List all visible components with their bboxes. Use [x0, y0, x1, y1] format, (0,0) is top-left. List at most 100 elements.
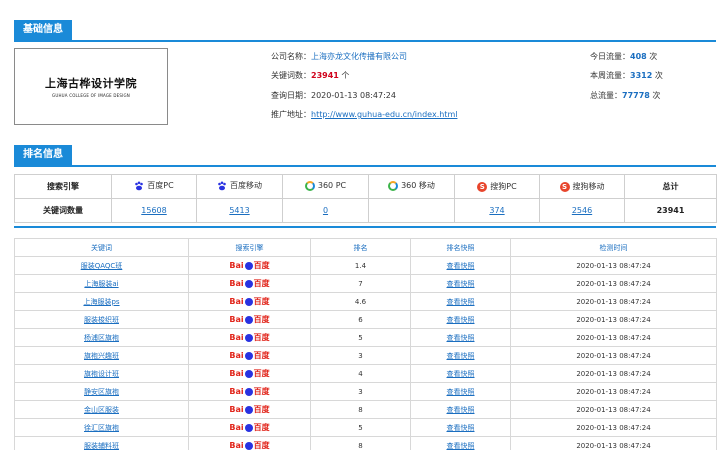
- query-date-value: 2020-01-13 08:47:24: [311, 91, 396, 100]
- table-row: 旗袍设计班 Bai 百度 4 查看快照 2020-01-13 08:47:24: [14, 364, 717, 383]
- keyword-link[interactable]: 徐汇区旗袍: [84, 424, 119, 432]
- snapshot-cell: 查看快照: [410, 292, 511, 311]
- rank-cell: 8: [310, 400, 411, 419]
- snapshot-cell: 查看快照: [410, 346, 511, 365]
- keyword-link[interactable]: 杨浦区旗袍: [84, 334, 119, 342]
- rank-cell: 1.4: [310, 256, 411, 275]
- engine-cell: Bai 百度: [188, 382, 311, 401]
- engine-label: 360 移动: [401, 181, 435, 191]
- table-row: 服装辅料班 Bai 百度 8 查看快照 2020-01-13 08:47:24: [14, 436, 717, 450]
- time-cell: 2020-01-13 08:47:24: [510, 382, 717, 401]
- total-traffic-row: 总流量：77778 次: [590, 90, 660, 102]
- engine-cell: Bai 百度: [188, 364, 311, 383]
- 360-icon: [304, 180, 315, 191]
- keyword-link[interactable]: 服装QAQC班: [81, 262, 123, 270]
- snapshot-link[interactable]: 查看快照: [447, 424, 475, 432]
- keyword-link[interactable]: 静安区旗袍: [84, 388, 119, 396]
- keyword-rank-table: 关键词 搜索引擎 排名 排名快照 检测时间 服装QAQC班 Bai 百度 1.4 查看快…: [14, 238, 717, 450]
- time-cell: 2020-01-13 08:47:24: [510, 418, 717, 437]
- snapshot-link[interactable]: 查看快照: [447, 298, 475, 306]
- week-traffic-label: 本周流量：: [590, 71, 630, 80]
- keyword-link[interactable]: 上海服装ps: [83, 298, 119, 306]
- keyword-cell: 服装梭织班: [14, 310, 189, 329]
- engine-row-label: 搜索引擎: [14, 174, 112, 199]
- count-row: 关键词数量 15608 5413 0 374 2546 23941: [14, 198, 717, 223]
- count-link[interactable]: 0: [323, 206, 328, 215]
- snapshot-link[interactable]: 查看快照: [447, 280, 475, 288]
- baidu-logo-du: 百度: [253, 386, 270, 396]
- baidu-logo-bai: Bai: [229, 260, 244, 270]
- logo-en-text: GUHUA COLLEGE OF IMAGE DESIGN: [52, 93, 130, 98]
- snapshot-link[interactable]: 查看快照: [447, 388, 475, 396]
- snapshot-link[interactable]: 查看快照: [447, 370, 475, 378]
- week-traffic-value: 3312: [630, 71, 653, 80]
- engine-sogou-pc: S 搜狗PC: [454, 174, 540, 199]
- query-date-label: 查询日期：: [271, 91, 311, 100]
- time-cell: 2020-01-13 08:47:24: [510, 436, 717, 450]
- keyword-link[interactable]: 旗袍兴趣班: [84, 352, 119, 360]
- snapshot-link[interactable]: 查看快照: [447, 316, 475, 324]
- time-cell: 2020-01-13 08:47:24: [510, 346, 717, 365]
- time-cell: 2020-01-13 08:47:24: [510, 292, 717, 311]
- snapshot-link[interactable]: 查看快照: [447, 352, 475, 360]
- engine-baidu-mobile: 百度移动: [196, 174, 283, 199]
- snapshot-link[interactable]: 查看快照: [447, 262, 475, 270]
- today-traffic-label: 今日流量：: [590, 52, 630, 61]
- count-link[interactable]: 2546: [572, 206, 592, 215]
- keyword-link[interactable]: 旗袍设计班: [84, 370, 119, 378]
- snapshot-cell: 查看快照: [410, 382, 511, 401]
- table-row: 徐汇区旗袍 Bai 百度 5 查看快照 2020-01-13 08:47:24: [14, 418, 717, 437]
- count-link[interactable]: 5413: [229, 206, 249, 215]
- snapshot-link[interactable]: 查看快照: [447, 406, 475, 414]
- baidu-logo-bai: Bai: [229, 314, 244, 324]
- snapshot-cell: 查看快照: [410, 274, 511, 293]
- rank-cell: 4.6: [310, 292, 411, 311]
- time-cell: 2020-01-13 08:47:24: [510, 364, 717, 383]
- table-row: 金山区服装 Bai 百度 8 查看快照 2020-01-13 08:47:24: [14, 400, 717, 419]
- sogou-icon: S: [559, 181, 570, 192]
- keyword-link[interactable]: 服装辅料班: [84, 442, 119, 450]
- company-logo: 上海古桦设计学院 GUHUA COLLEGE OF IMAGE DESIGN: [14, 48, 168, 125]
- baidu-logo-du: 百度: [253, 350, 270, 360]
- engine-baidu-pc: 百度PC: [111, 174, 197, 199]
- baidu-logo-du: 百度: [253, 404, 270, 414]
- count-sogou-pc: 374: [454, 198, 540, 223]
- engine-summary-table: 搜索引擎 百度PC 百度移动 360 PC 360 移动 S 搜狗PC S 搜狗移动…: [14, 174, 717, 223]
- engine-total-label: 总计: [624, 174, 717, 199]
- today-traffic-row: 今日流量：408 次: [590, 51, 657, 63]
- company-name-value[interactable]: 上海亦龙文化传播有限公司: [311, 52, 407, 61]
- promo-url-link[interactable]: http://www.guhua-edu.cn/index.html: [311, 110, 457, 119]
- count-link[interactable]: 15608: [141, 206, 166, 215]
- count-row-label: 关键词数量: [14, 198, 112, 223]
- col-engine: 搜索引擎: [188, 238, 311, 257]
- baidu-logo-icon: Bai 百度: [229, 279, 270, 289]
- keyword-cell: 静安区旗袍: [14, 382, 189, 401]
- keyword-link[interactable]: 上海服装ai: [84, 280, 118, 288]
- count-360-mobile: [368, 198, 455, 223]
- keyword-count-unit: 个: [341, 71, 350, 80]
- engine-label: 百度移动: [230, 181, 262, 191]
- engine-cell: Bai 百度: [188, 346, 311, 365]
- engine-cell: Bai 百度: [188, 274, 311, 293]
- count-link[interactable]: 374: [489, 206, 504, 215]
- total-traffic-unit: 次: [652, 91, 661, 100]
- snapshot-cell: 查看快照: [410, 310, 511, 329]
- keyword-link[interactable]: 金山区服装: [84, 406, 119, 414]
- rank-cell: 6: [310, 310, 411, 329]
- baidu-logo-icon: Bai 百度: [229, 369, 270, 379]
- baidu-paw-icon: [244, 441, 253, 450]
- table-row: 杨浦区旗袍 Bai 百度 5 查看快照 2020-01-13 08:47:24: [14, 328, 717, 347]
- keyword-link[interactable]: 服装梭织班: [84, 316, 119, 324]
- snapshot-link[interactable]: 查看快照: [447, 442, 475, 450]
- week-traffic-unit: 次: [654, 71, 663, 80]
- engine-cell: Bai 百度: [188, 310, 311, 329]
- sogou-icon: S: [477, 181, 488, 192]
- baidu-paw-icon: [135, 181, 144, 191]
- baidu-logo-icon: Bai 百度: [229, 423, 270, 433]
- snapshot-cell: 查看快照: [410, 400, 511, 419]
- baidu-logo-icon: Bai 百度: [229, 386, 270, 397]
- 360-icon: [388, 180, 399, 191]
- keyword-cell: 杨浦区旗袍: [14, 328, 189, 347]
- week-traffic-row: 本周流量：3312 次: [590, 70, 663, 82]
- snapshot-link[interactable]: 查看快照: [447, 334, 475, 342]
